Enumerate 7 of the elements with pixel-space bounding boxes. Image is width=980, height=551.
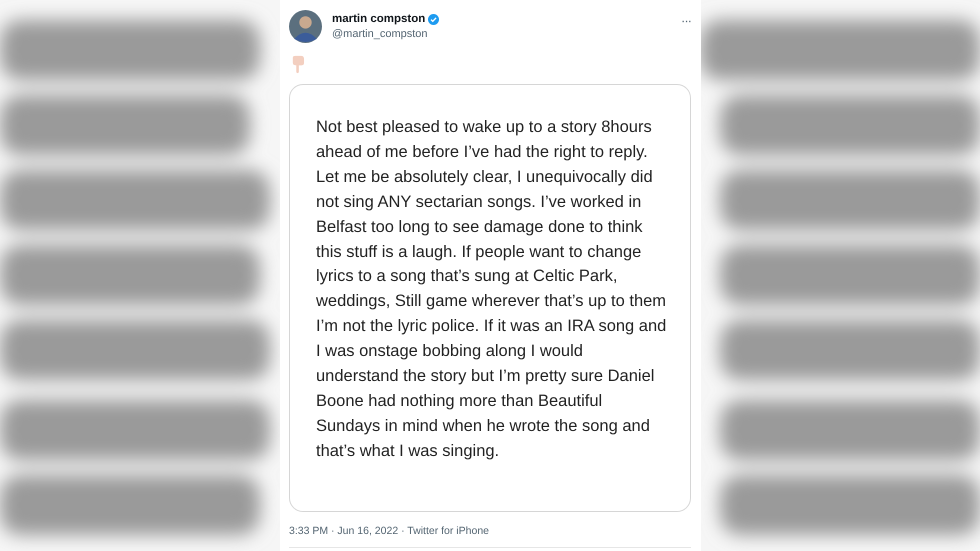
more-button[interactable]: ··· [681,14,691,27]
author-name[interactable]: martin compston [332,13,426,25]
author-handle[interactable]: @martin_compston [332,28,440,40]
pointing-hand-icon [291,55,305,74]
avatar-icon [289,10,322,43]
tweet-timestamp: 3:33 PM · Jun 16, 2022 · Twitter for iPhone [289,525,490,537]
note-text: Not best pleased to wake up to a story 8hours ahead of me before I’ve had the right to reply. Let me be absolutely clear, I unequivocally did not sing ANY sectarian songs. I’ve worked in Belfast too long to see damage done to think this stuff is a laugh. If people want to change lyrics to a song that’s sung at Celtic Park, weddings, Still game wherever that’s up to them I’m not the lyric police. If it was an IRA song and I was onstage bobbing along I would understand the story but I’m pretty sure Daniel Boone had nothing more than Beautiful Sundays in mind when he wrote the song and that’s what I was singing. [316,117,668,462]
